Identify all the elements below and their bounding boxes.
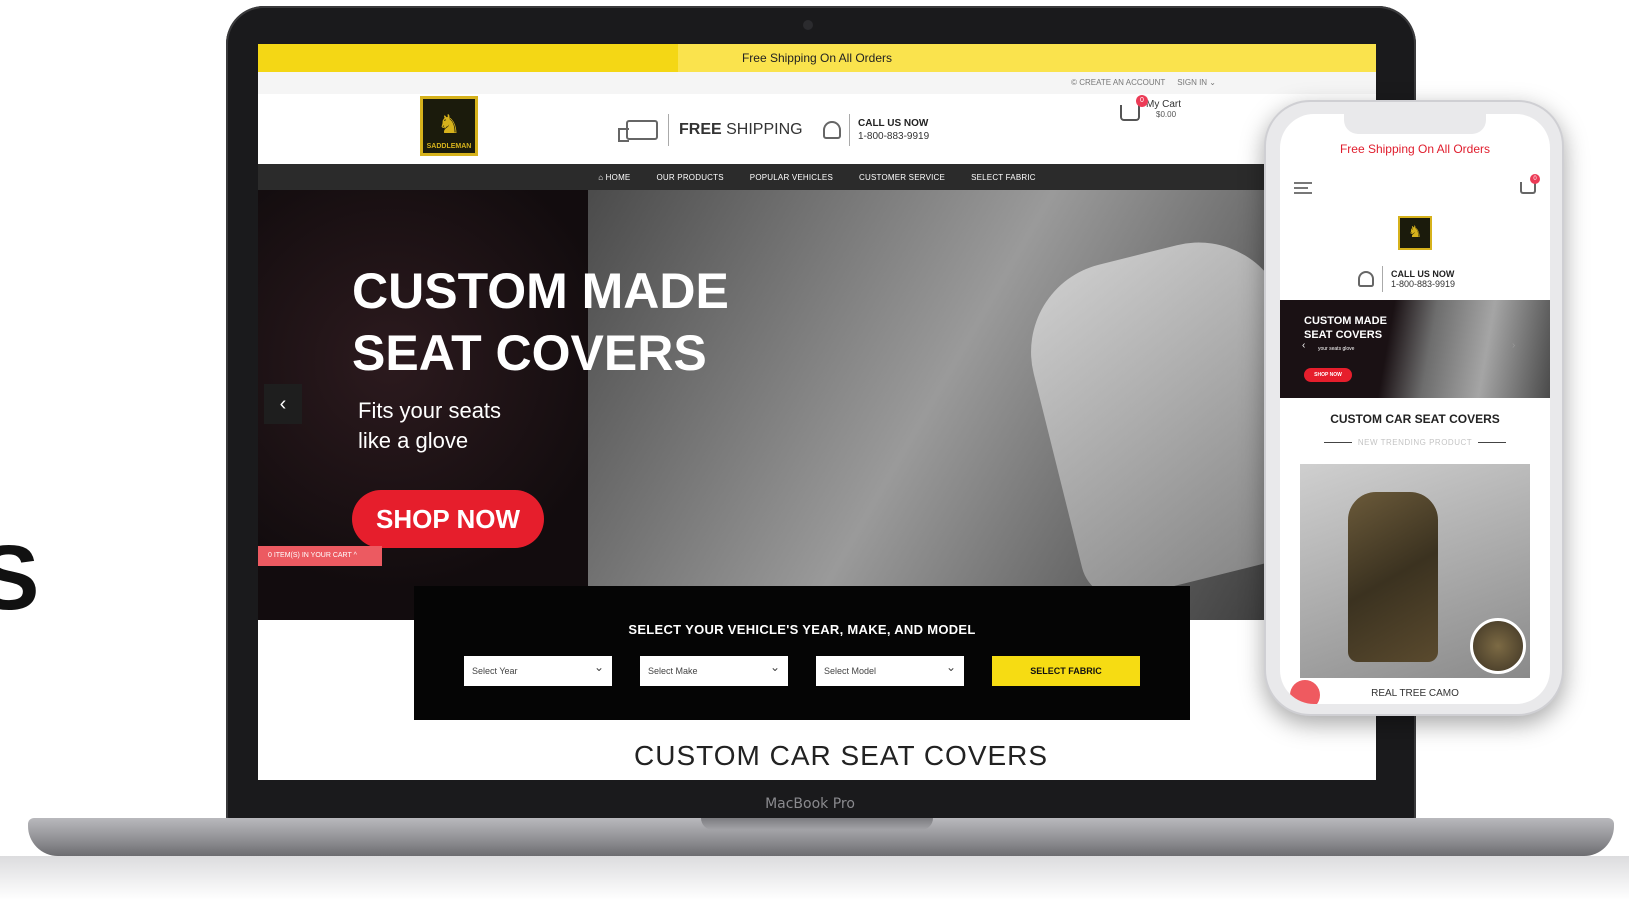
laptop-screen: Free Shipping On All Orders © CREATE AN … — [258, 44, 1376, 780]
cart-amount: $0.00 — [1156, 110, 1177, 119]
headset-icon — [1358, 271, 1374, 287]
divider — [1382, 266, 1383, 292]
select-make[interactable]: Select Make — [640, 652, 788, 686]
fabric-swatch[interactable] — [1470, 618, 1526, 674]
phone-logo[interactable]: ♞ — [1398, 216, 1432, 250]
phone-hero-line2: SEAT COVERS — [1304, 329, 1383, 341]
phone-section-subtitle: NEW TRENDING PRODUCT — [1280, 438, 1550, 447]
camo-seat-shape — [1348, 492, 1438, 662]
phone-hero-title: CUSTOM MADE SEAT COVERS — [1304, 314, 1387, 342]
hamburger-menu-icon[interactable] — [1294, 182, 1312, 194]
free-shipping-bold: FREE — [679, 121, 722, 138]
create-account-link[interactable]: © CREATE AN ACCOUNT — [1071, 78, 1165, 87]
select-model[interactable]: Select Model — [816, 652, 964, 686]
nav-popular-vehicles[interactable]: POPULAR VEHICLES — [750, 173, 833, 182]
phone-screen: Free Shipping On All Orders 0 ♞ CALL US … — [1280, 114, 1550, 704]
phone-carousel-next[interactable]: › — [1512, 340, 1515, 351]
site-logo[interactable]: ♞ SADDLEMAN — [420, 96, 478, 156]
hero-title-line2: SEAT COVERS — [352, 325, 707, 381]
call-label: CALL US NOW — [858, 118, 929, 129]
hero-title: CUSTOM MADE SEAT COVERS — [352, 260, 729, 384]
laptop-notch — [701, 818, 933, 830]
phone-shop-now-button[interactable]: SHOP NOW — [1304, 368, 1352, 382]
hero-seat-photo — [588, 190, 1376, 620]
hero-banner: CUSTOM MADE SEAT COVERS Fits your seats li… — [258, 190, 1376, 620]
headset-icon — [823, 121, 841, 139]
phone-carousel-prev[interactable]: ‹ — [1302, 340, 1305, 351]
chat-icon[interactable] — [1290, 680, 1320, 704]
free-shipping: FREE SHIPPING — [618, 114, 803, 146]
call-phone[interactable]: 1-800-883-9919 — [858, 131, 929, 142]
nav-home[interactable]: ⌂ HOME — [598, 173, 630, 182]
phone-hero-sub: your seats glove — [1318, 346, 1355, 352]
truck-icon — [618, 120, 658, 142]
phone-call-phone[interactable]: 1-800-883-9919 — [1391, 279, 1455, 289]
phone-cart-badge: 0 — [1530, 174, 1540, 184]
divider — [668, 114, 669, 146]
hero-subtitle: Fits your seats like a glove — [358, 396, 501, 456]
carousel-prev-button[interactable]: ‹ — [264, 384, 302, 424]
logo-text: SADDLEMAN — [426, 143, 472, 150]
divider — [849, 114, 850, 146]
phone-hero: CUSTOM MADE SEAT COVERS ‹ › your seats gl… — [1280, 300, 1550, 398]
account-bar: © CREATE AN ACCOUNT SIGN IN ⌄ — [258, 72, 1376, 94]
cart-badge: 0 — [1136, 95, 1148, 107]
edge-glyph: S — [0, 527, 40, 629]
phone-device: Free Shipping On All Orders 0 ♞ CALL US … — [1264, 100, 1564, 716]
vehicle-finder: SELECT YOUR VEHICLE'S YEAR, MAKE, AND MO… — [414, 586, 1190, 720]
sign-in-link[interactable]: SIGN IN ⌄ — [1177, 78, 1216, 87]
camera-icon — [803, 20, 813, 30]
phone-call-us: CALL US NOW 1-800-883-9919 — [1358, 266, 1455, 292]
cart-label: My Cart — [1146, 99, 1181, 110]
phone-notch — [1344, 114, 1486, 134]
call-us: CALL US NOW 1-800-883-9919 — [823, 114, 929, 146]
phone-hero-line1: CUSTOM MADE — [1304, 315, 1387, 327]
phone-section-title: CUSTOM CAR SEAT COVERS — [1330, 412, 1500, 426]
nav-select-fabric[interactable]: SELECT FABRIC — [971, 173, 1036, 182]
product-caption[interactable]: REAL TREE CAMO — [1280, 688, 1550, 699]
free-shipping-text: FREE SHIPPING — [679, 121, 803, 139]
finder-heading: SELECT YOUR VEHICLE'S YEAR, MAKE, AND MO… — [628, 622, 976, 637]
laptop-floor — [0, 856, 1629, 900]
free-shipping-rest: SHIPPING — [721, 121, 803, 138]
hero-title-line1: CUSTOM MADE — [352, 263, 729, 319]
promo-bar: Free Shipping On All Orders — [258, 44, 1376, 72]
phone-promo: Free Shipping On All Orders — [1339, 142, 1491, 156]
section-heading: CUSTOM CAR SEAT COVERS — [634, 740, 1049, 771]
cart-icon: 0 — [1120, 95, 1148, 121]
promo-text: Free Shipping On All Orders — [741, 51, 893, 65]
hero-sub-line1: Fits your seats — [358, 398, 502, 423]
stage: S MacBook Pro Free Shipping On All Order… — [0, 0, 1629, 900]
product-image[interactable] — [1300, 464, 1530, 678]
mini-cart[interactable]: 0 My Cart $0.00 — [1120, 95, 1181, 121]
horse-rider-icon: ♞ — [437, 109, 461, 139]
shop-now-button[interactable]: SHOP NOW — [352, 490, 544, 548]
hero-sub-line2: like a glove — [358, 428, 469, 453]
cart-items-tab[interactable]: 0 ITEM(S) IN YOUR CART ^ — [258, 546, 382, 566]
laptop-brand: MacBook Pro — [765, 796, 855, 812]
select-year[interactable]: Select Year — [464, 652, 612, 686]
main-nav: ⌂ HOME OUR PRODUCTS POPULAR VEHICLES CUS… — [258, 164, 1376, 190]
nav-our-products[interactable]: OUR PRODUCTS — [656, 173, 723, 182]
nav-customer-service[interactable]: CUSTOMER SERVICE — [859, 173, 945, 182]
select-fabric-button[interactable]: SELECT FABRIC — [992, 656, 1140, 686]
phone-call-label: CALL US NOW — [1391, 269, 1455, 279]
